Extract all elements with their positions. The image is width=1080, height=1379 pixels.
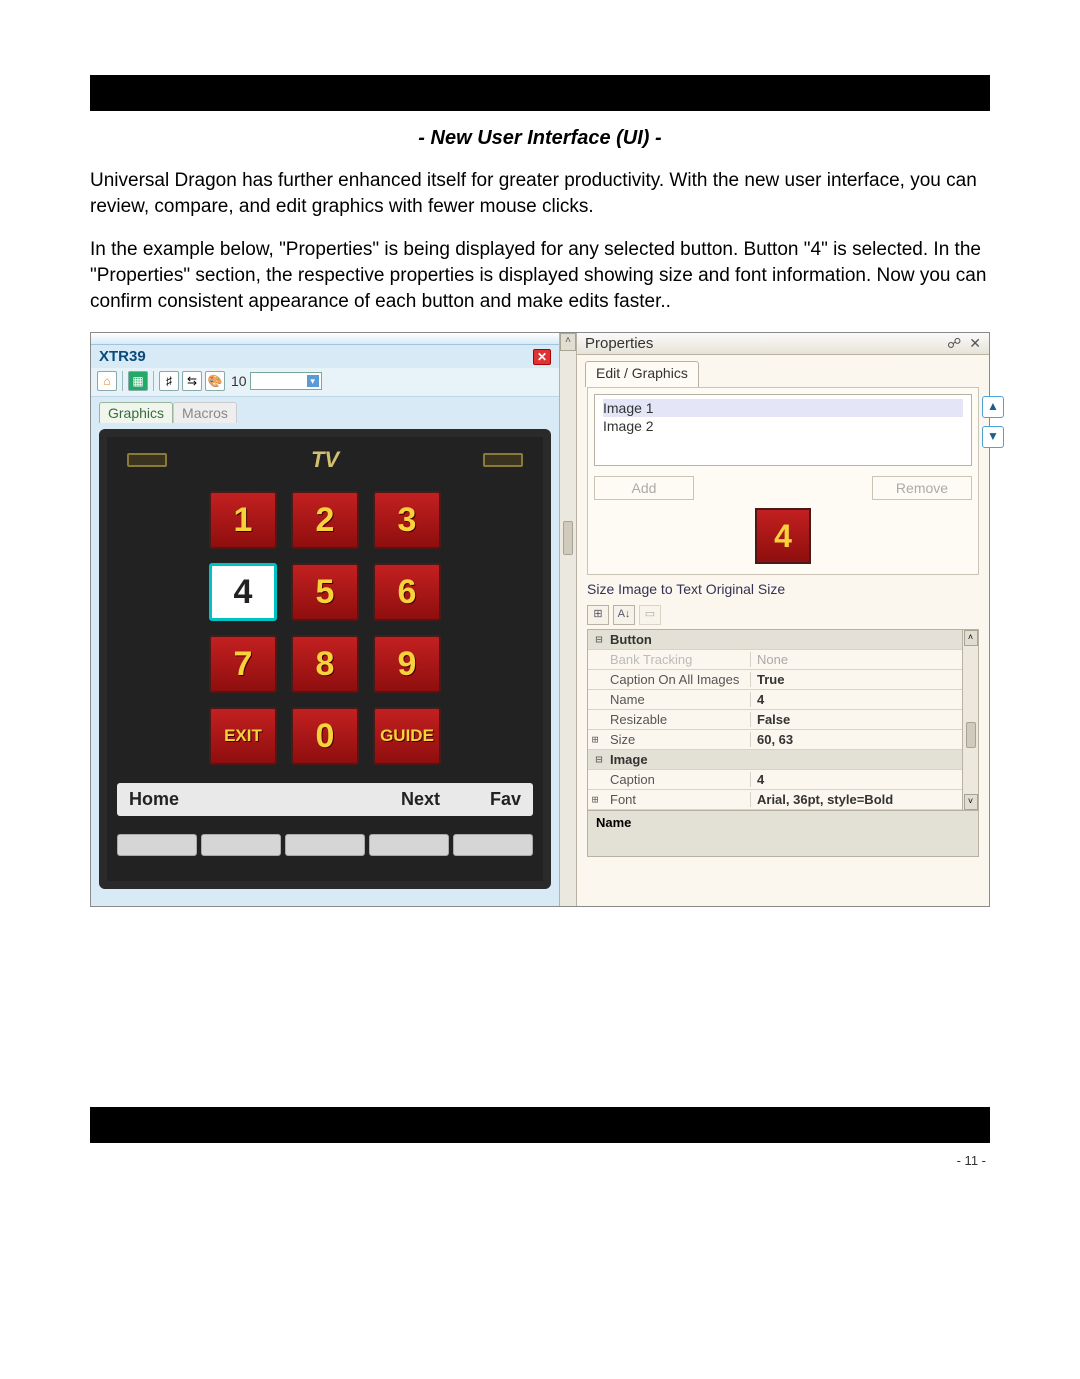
tab-macros[interactable]: Macros [173,402,237,423]
collapse-icon[interactable]: ⊟ [592,633,606,646]
align-icon[interactable]: ♯ [159,371,179,391]
image-list[interactable]: Image 1 Image 2 [594,394,972,466]
grey-key[interactable] [201,834,281,856]
bottom-black-bar [90,1107,990,1143]
scroll-down-icon[interactable]: ˅ [964,794,978,810]
property-pages-icon[interactable]: ▭ [639,605,661,625]
tab-graphics[interactable]: Graphics [99,402,173,423]
device-editor-pane: XTR39 ✕ ⌂ ▦ ♯ ⇆ 🎨 10 ▾ Graphics Macros [91,333,559,906]
prop-value[interactable]: Arial, 36pt, style=Bold [750,792,978,807]
grid-icon[interactable]: ▦ [128,371,148,391]
close-icon[interactable]: ✕ [533,349,551,365]
sort-az-icon[interactable]: A↓ [613,605,635,625]
prop-key: Caption [602,772,750,787]
prop-value[interactable]: 4 [750,692,978,707]
numpad-2[interactable]: 2 [291,491,359,549]
softkey-home[interactable]: Home [129,789,401,810]
paragraph-1: Universal Dragon has further enhanced it… [90,168,990,219]
chevron-down-icon: ▾ [307,375,319,387]
scroll-up-icon[interactable]: ˄ [964,630,978,646]
properties-title: Properties [585,335,653,352]
numpad-5[interactable]: 5 [291,563,359,621]
prop-key: Bank Tracking [602,652,750,667]
prop-value[interactable]: False [750,712,978,727]
pane-gripper[interactable] [91,333,559,345]
grey-key[interactable] [285,834,365,856]
move-down-icon[interactable]: ▼ [982,426,1004,448]
scroll-thumb[interactable] [563,521,573,555]
scroll-thumb[interactable] [966,722,976,748]
prop-key: Size [602,732,750,747]
top-black-bar [90,75,990,111]
prop-key: Name [602,692,750,707]
group-image: Image [606,752,648,767]
toolbar-separator [122,371,123,391]
toolbar-separator [153,371,154,391]
numpad-3[interactable]: 3 [373,491,441,549]
group-button: Button [606,632,652,647]
device-screen: TV 1 2 3 4 5 6 7 8 9 EXIT 0 GUIDE [99,429,551,889]
prop-value[interactable]: True [750,672,978,687]
numpad-1[interactable]: 1 [209,491,277,549]
softkey-next[interactable]: Next [401,789,471,810]
softkey-fav[interactable]: Fav [471,789,521,810]
numpad-7[interactable]: 7 [209,635,277,693]
numpad-guide[interactable]: GUIDE [373,707,441,765]
expand-icon[interactable]: ⊞ [588,793,602,806]
size-links[interactable]: Size Image to Text Original Size [587,581,979,597]
propgrid-scrollbar[interactable]: ˄ ˅ [962,630,978,810]
numpad-4[interactable]: 4 [209,563,277,621]
home-icon[interactable]: ⌂ [97,371,117,391]
toolbar-number: 10 [231,373,247,389]
numpad-exit[interactable]: EXIT [209,707,277,765]
paragraph-2: In the example below, "Properties" is be… [90,237,990,314]
grey-key-row [117,834,533,856]
prop-key: Resizable [602,712,750,727]
image-list-item[interactable]: Image 2 [603,417,963,435]
device-label-tv: TV [311,447,339,473]
prop-value[interactable]: 60, 63 [750,732,978,747]
numpad: 1 2 3 4 5 6 7 8 9 EXIT 0 GUIDE [117,491,533,765]
move-up-icon[interactable]: ▲ [982,396,1004,418]
numpad-6[interactable]: 6 [373,563,441,621]
numpad-0[interactable]: 0 [291,707,359,765]
grey-key[interactable] [117,834,197,856]
distribute-icon[interactable]: ⇆ [182,371,202,391]
device-slot-left [127,453,167,467]
section-title: - New User Interface (UI) - [90,127,990,150]
property-grid: ⊟Button Bank TrackingNone Caption On All… [587,629,979,811]
grey-key[interactable] [453,834,533,856]
device-toolbar: ⌂ ▦ ♯ ⇆ 🎨 10 ▾ [91,368,559,397]
page-number: - 11 - [90,1153,990,1168]
remove-button[interactable]: Remove [872,476,972,500]
prop-key: Caption On All Images [602,672,750,687]
device-slot-right [483,453,523,467]
toolbar-dropdown[interactable]: ▾ [250,372,322,390]
grey-key[interactable] [369,834,449,856]
screenshot-figure: XTR39 ✕ ⌂ ▦ ♯ ⇆ 🎨 10 ▾ Graphics Macros [90,332,990,907]
properties-pane: Properties ☍ ✕ Edit / Graphics Image 1 I… [577,333,989,906]
expand-icon[interactable]: ⊞ [588,733,602,746]
close-icon[interactable]: ✕ [969,335,981,352]
pin-icon[interactable]: ☍ [947,335,961,352]
prop-value[interactable]: None [750,652,978,667]
tab-edit-graphics[interactable]: Edit / Graphics [585,361,699,387]
categorized-icon[interactable]: ⊞ [587,605,609,625]
numpad-9[interactable]: 9 [373,635,441,693]
numpad-8[interactable]: 8 [291,635,359,693]
add-button[interactable]: Add [594,476,694,500]
collapse-icon[interactable]: ⊟ [592,753,606,766]
prop-key: Font [602,792,750,807]
device-name: XTR39 [99,348,146,365]
image-list-item[interactable]: Image 1 [603,399,963,417]
scroll-up-icon[interactable]: ˄ [560,333,576,351]
prop-value[interactable]: 4 [750,772,978,787]
vertical-scrollbar[interactable]: ˄ [559,333,577,906]
property-description: Name [587,811,979,857]
palette-icon[interactable]: 🎨 [205,371,225,391]
softkey-row: Home Next Fav [117,783,533,816]
button-preview: 4 [755,508,811,564]
